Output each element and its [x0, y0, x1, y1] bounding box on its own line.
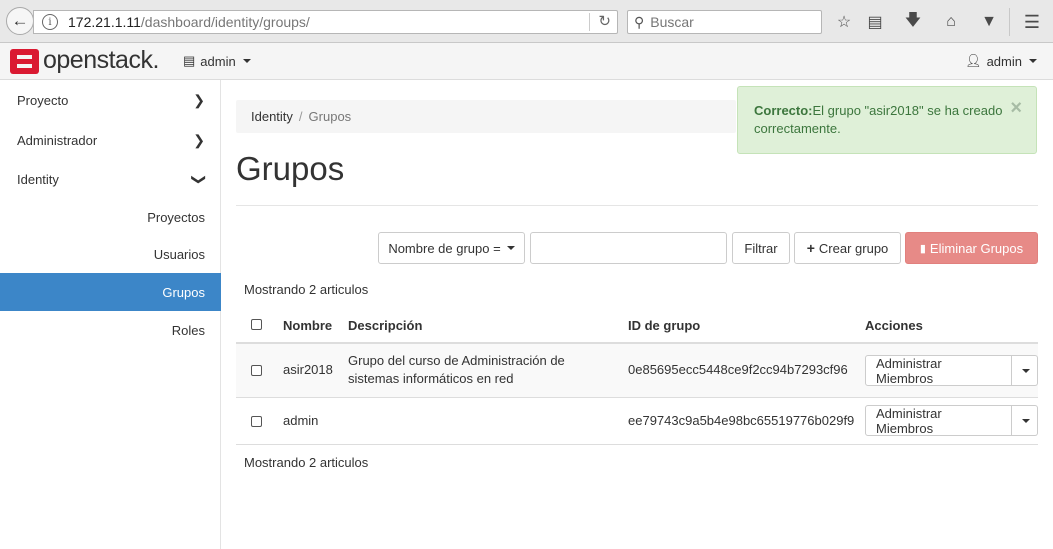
filter-field-label: Nombre de grupo = — [388, 240, 501, 256]
back-arrow-icon[interactable]: ← — [6, 7, 34, 35]
hamburger-menu-icon[interactable]: ☰ — [1021, 11, 1043, 33]
trash-icon: ▮ — [919, 242, 926, 255]
group-name[interactable]: asir2018 — [283, 361, 333, 379]
delete-groups-label: Eliminar Grupos — [929, 240, 1024, 256]
caret-down-icon — [242, 59, 251, 63]
row-checkbox[interactable] — [251, 365, 262, 376]
title-divider — [236, 205, 1038, 206]
bookmark-star-icon[interactable]: ☆ — [833, 11, 855, 33]
browser-search-input[interactable]: ⚲ Buscar — [627, 10, 822, 34]
manage-members-button[interactable]: Administrar Miembros — [865, 405, 1013, 436]
caret-down-icon — [1029, 59, 1037, 63]
row-actions: Administrar Miembros — [865, 405, 1038, 436]
filter-field-select[interactable]: Nombre de grupo = — [378, 232, 525, 264]
chevron-right-icon: ❯ — [193, 131, 205, 148]
project-list-icon: ▤ — [183, 53, 196, 68]
download-icon[interactable]: 🡇 — [902, 11, 924, 33]
manage-members-button[interactable]: Administrar Miembros — [865, 355, 1013, 386]
user-icon: 👤︎ — [965, 53, 982, 68]
group-description: Grupo del curso de Administración de sis… — [348, 353, 565, 386]
url-path: /dashboard/identity/groups/ — [140, 14, 310, 30]
pocket-icon[interactable]: ▼ — [978, 11, 1000, 33]
user-menu[interactable]: 👤︎ admin — [965, 53, 1037, 69]
sidebar-category-label: Identity — [17, 171, 59, 187]
close-icon[interactable]: × — [1010, 98, 1022, 118]
page-title: Grupos — [236, 150, 345, 187]
info-icon[interactable]: i — [42, 14, 58, 30]
select-all-checkbox[interactable] — [251, 319, 262, 330]
chevron-right-icon: ❯ — [193, 91, 205, 108]
breadcrumb: Identity / Grupos — [236, 100, 736, 133]
caret-down-icon — [506, 246, 515, 250]
openstack-logo-icon[interactable] — [10, 49, 39, 74]
project-name: admin — [200, 53, 236, 69]
alert-strong: Correcto: — [754, 103, 813, 118]
sidebar-category-administrador[interactable]: Administrador ❯ — [0, 120, 221, 160]
caret-down-icon — [1021, 418, 1030, 423]
column-header-id[interactable]: ID de grupo — [628, 317, 700, 335]
sidebar-category-identity[interactable]: Identity ❯ — [0, 159, 221, 199]
logo-text[interactable]: openstack. — [43, 46, 159, 75]
item-count-top: Mostrando 2 articulos — [244, 282, 369, 297]
row-checkbox[interactable] — [251, 416, 262, 427]
table-header: Nombre Descripción ID de grupo Acciones — [236, 308, 1038, 344]
group-name[interactable]: admin — [283, 412, 318, 430]
user-name: admin — [986, 53, 1022, 69]
home-icon[interactable]: ⌂ — [940, 11, 962, 33]
search-placeholder: Buscar — [650, 14, 694, 30]
row-actions-dropdown[interactable] — [1012, 355, 1038, 386]
column-header-actions: Acciones — [865, 318, 923, 333]
reload-icon[interactable]: ↻ — [589, 13, 611, 31]
sidebar-item-grupos[interactable]: Grupos — [0, 273, 221, 311]
app-header: openstack. ▤ admin 👤︎ admin — [0, 43, 1053, 80]
sidebar-item-proyectos[interactable]: Proyectos — [0, 198, 221, 236]
create-group-button[interactable]: + Crear grupo — [794, 232, 901, 264]
sidebar-item-roles[interactable]: Roles — [0, 311, 221, 349]
breadcrumb-separator: / — [298, 109, 303, 124]
search-icon: ⚲ — [634, 13, 645, 30]
item-count-bottom: Mostrando 2 articulos — [244, 455, 369, 470]
project-selector[interactable]: ▤ admin — [183, 53, 251, 69]
url-host: 172.21.1.11 — [68, 14, 141, 30]
breadcrumb-current: Grupos — [308, 109, 352, 124]
group-id: 0e85695ecc5448ce9f2cc94b7293cf96 — [628, 362, 848, 377]
filter-button[interactable]: Filtrar — [732, 232, 790, 264]
sidebar-category-proyecto[interactable]: Proyecto ❯ — [0, 80, 221, 120]
column-header-description[interactable]: Descripción — [348, 317, 422, 335]
column-header-name[interactable]: Nombre — [283, 317, 332, 335]
table-row: admin ee79743c9a5b4e98bc65519776b029f9 A… — [236, 398, 1038, 445]
create-group-label: Crear grupo — [818, 240, 889, 256]
sidebar-category-label: Proyecto — [17, 92, 69, 108]
group-id: ee79743c9a5b4e98bc65519776b029f9 — [628, 413, 855, 428]
chevron-down-icon: ❯ — [191, 173, 208, 185]
row-actions: Administrar Miembros — [865, 355, 1038, 386]
row-actions-dropdown[interactable] — [1012, 405, 1038, 436]
sidebar-category-label: Administrador — [17, 132, 98, 148]
sidebar-item-usuarios[interactable]: Usuarios — [0, 235, 221, 273]
browser-toolbar: ← i 172.21.1.11/dashboard/identity/group… — [0, 0, 1053, 43]
caret-down-icon — [1021, 368, 1030, 373]
plus-icon: + — [806, 240, 815, 256]
breadcrumb-root[interactable]: Identity — [251, 109, 293, 124]
filter-input[interactable] — [530, 232, 727, 264]
table-row: asir2018 Grupo del curso de Administraci… — [236, 344, 1038, 398]
sidebar: Proyecto ❯ Administrador ❯ Identity ❯ Pr… — [0, 80, 221, 549]
toolbar-divider — [1009, 8, 1010, 36]
reading-list-icon[interactable]: ▤ — [864, 11, 886, 33]
success-alert: Correcto:El grupo "asir2018" se ha cread… — [737, 86, 1037, 154]
url-text[interactable]: 172.21.1.11/dashboard/identity/groups/ — [68, 14, 310, 30]
delete-groups-button[interactable]: ▮ Eliminar Grupos — [905, 232, 1038, 264]
url-bar[interactable]: i 172.21.1.11/dashboard/identity/groups/… — [33, 10, 618, 34]
